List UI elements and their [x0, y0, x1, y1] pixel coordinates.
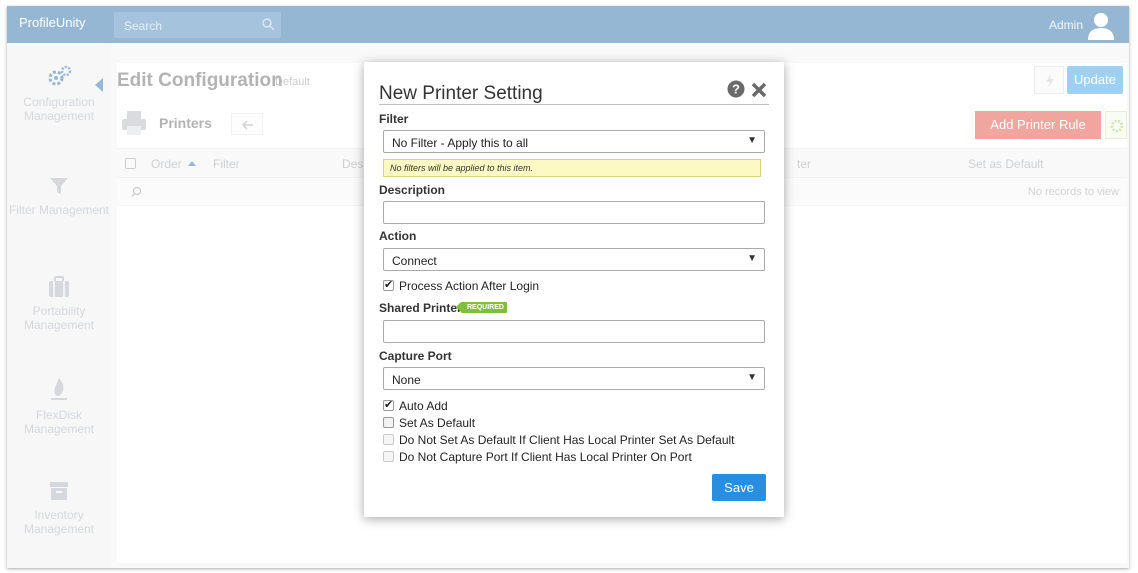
filter-label: Filter [379, 112, 409, 126]
checkbox-box[interactable] [383, 278, 394, 291]
checkbox-box[interactable] [383, 451, 394, 462]
title-divider [379, 104, 769, 105]
action-select[interactable]: Connect ▼ [383, 248, 765, 271]
description-label: Description [379, 183, 446, 197]
checkbox-box[interactable] [383, 417, 394, 428]
save-button[interactable]: Save [712, 474, 766, 501]
filter-select-value: No Filter - Apply this to all [392, 136, 529, 150]
checkbox-label: Do Not Capture Port If Client Has Local … [399, 450, 692, 464]
checkbox-label: Set As Default [399, 416, 476, 430]
chevron-down-icon: ▼ [747, 253, 757, 264]
app-window: ProfileUnity Search Admin Configuration … [7, 6, 1129, 568]
shared-printer-label: Shared Printer [379, 301, 462, 315]
chevron-down-icon: ▼ [747, 135, 757, 146]
capture-port-select[interactable]: None ▼ [383, 367, 765, 390]
action-select-value: Connect [392, 254, 437, 268]
filter-select[interactable]: No Filter - Apply this to all ▼ [383, 130, 765, 153]
help-icon[interactable]: ? [727, 80, 745, 98]
checkbox-label: Process Action After Login [399, 279, 540, 293]
required-badge: REQUIRED [456, 302, 507, 313]
checkbox-box[interactable] [383, 434, 394, 445]
description-field[interactable] [383, 201, 765, 224]
capture-port-label: Capture Port [379, 349, 452, 363]
action-label: Action [379, 229, 417, 243]
filter-hint: No filters will be applied to this item. [383, 159, 761, 177]
shared-printer-field[interactable] [383, 320, 765, 343]
checkbox-box[interactable] [383, 398, 394, 411]
checkbox-label: Auto Add [399, 399, 448, 413]
filter-hint-text: No filters will be applied to this item. [390, 163, 534, 173]
close-icon[interactable] [751, 82, 767, 98]
svg-text:?: ? [732, 82, 740, 97]
dialog-title: New Printer Setting [379, 83, 543, 104]
capture-port-select-value: None [392, 373, 421, 387]
new-printer-dialog: New Printer Setting ? Filter No Filter -… [364, 62, 784, 517]
checkbox-label: Do Not Set As Default If Client Has Loca… [399, 433, 735, 447]
chevron-down-icon: ▼ [747, 372, 757, 383]
